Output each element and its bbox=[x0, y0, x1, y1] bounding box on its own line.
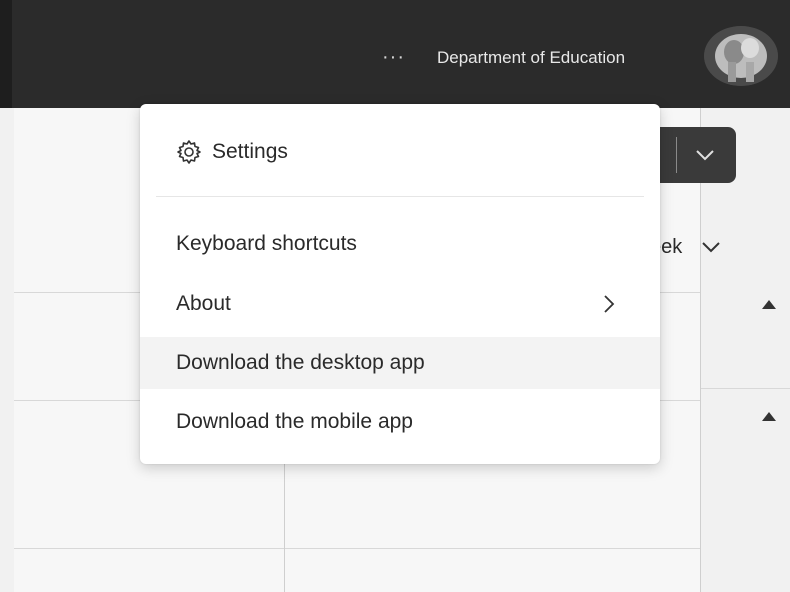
grid-line bbox=[284, 462, 285, 592]
collapse-arrow-icon[interactable] bbox=[762, 300, 776, 309]
more-options-button[interactable]: ··· bbox=[382, 47, 405, 67]
menu-item-settings[interactable]: Settings bbox=[140, 126, 660, 178]
top-bar: ··· Department of Education bbox=[0, 0, 790, 108]
user-avatar[interactable] bbox=[704, 26, 778, 86]
menu-item-label: Download the mobile app bbox=[176, 410, 413, 433]
menu-item-about[interactable]: About bbox=[140, 278, 660, 330]
avatar-image bbox=[704, 26, 778, 86]
grid-line bbox=[14, 548, 700, 549]
collapse-arrow-icon[interactable] bbox=[762, 412, 776, 421]
menu-item-label: Settings bbox=[212, 140, 288, 163]
chevron-right-icon bbox=[604, 295, 615, 313]
menu-item-download-desktop[interactable]: Download the desktop app bbox=[140, 337, 660, 389]
grid-line bbox=[700, 388, 790, 389]
menu-item-download-mobile[interactable]: Download the mobile app bbox=[140, 396, 660, 448]
menu-item-label: Keyboard shortcuts bbox=[176, 232, 357, 255]
chevron-down-icon[interactable] bbox=[700, 240, 722, 256]
button-divider bbox=[676, 137, 677, 173]
settings-menu: Settings Keyboard shortcuts About Downlo… bbox=[140, 104, 660, 464]
gear-icon bbox=[177, 140, 201, 164]
menu-item-label: Download the desktop app bbox=[176, 351, 425, 374]
chevron-down-icon bbox=[696, 150, 714, 161]
menu-item-label: About bbox=[176, 292, 231, 315]
top-bar-edge bbox=[0, 0, 12, 108]
menu-item-keyboard-shortcuts[interactable]: Keyboard shortcuts bbox=[140, 218, 660, 270]
menu-divider bbox=[156, 196, 644, 197]
organization-name[interactable]: Department of Education bbox=[437, 47, 625, 69]
